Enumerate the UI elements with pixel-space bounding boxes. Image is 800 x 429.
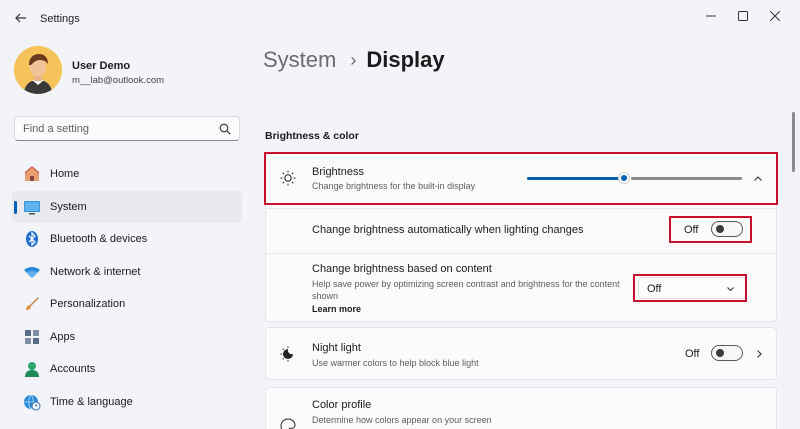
brightness-highlight <box>264 152 778 205</box>
sidebar-item-label: Bluetooth & devices <box>50 233 148 245</box>
user-email: m__lab@outlook.com <box>72 75 165 86</box>
title-bar: Settings <box>0 0 800 34</box>
learn-more-link[interactable]: Learn more <box>312 304 361 314</box>
sidebar-item-label: Personalization <box>50 298 126 310</box>
dropdown-highlight <box>633 274 747 302</box>
home-icon <box>22 164 42 184</box>
sidebar-item-network[interactable]: Network & internet <box>12 256 242 288</box>
sidebar-item-accounts[interactable]: Accounts <box>12 353 242 385</box>
sidebar-item-bluetooth[interactable]: Bluetooth & devices <box>12 223 242 255</box>
sidebar-item-time-language[interactable]: Time & language <box>12 386 242 418</box>
breadcrumb-separator: › <box>350 49 357 70</box>
back-button[interactable] <box>8 8 34 28</box>
divider <box>266 208 776 209</box>
search-input[interactable] <box>23 121 213 137</box>
globe-clock-icon <box>22 392 42 412</box>
divider <box>266 253 776 254</box>
scrollbar[interactable] <box>792 112 795 172</box>
sidebar-item-label: System <box>50 200 87 213</box>
breadcrumb: System › Display <box>263 47 445 73</box>
search-box[interactable] <box>14 116 240 141</box>
night-light-description: Use warmer colors to help block blue lig… <box>312 358 479 368</box>
night-light-title: Night light <box>312 342 361 354</box>
brush-icon <box>22 294 42 314</box>
close-button[interactable] <box>761 6 789 26</box>
sidebar-item-system[interactable]: System <box>12 190 242 223</box>
auto-brightness-highlight <box>669 216 752 243</box>
night-light-toggle-state: Off <box>685 348 700 360</box>
minimize-button[interactable] <box>697 6 725 26</box>
sidebar-item-label: Apps <box>50 330 76 343</box>
night-light-card[interactable]: Night light Use warmer colors to help bl… <box>265 327 777 380</box>
sidebar-item-label: Home <box>50 168 80 180</box>
chevron-right-icon <box>757 350 762 358</box>
content-brightness-title: Change brightness based on content <box>312 263 492 275</box>
section-title: Brightness & color <box>265 130 359 142</box>
search-icon <box>219 123 231 135</box>
breadcrumb-parent[interactable]: System <box>263 47 336 73</box>
wifi-icon <box>22 262 42 282</box>
color-profile-title: Color profile <box>312 399 372 411</box>
auto-brightness-label: Change brightness automatically when lig… <box>312 224 584 236</box>
night-light-icon <box>280 346 293 362</box>
avatar <box>14 46 62 94</box>
night-light-toggle[interactable] <box>711 345 743 361</box>
minimize-icon <box>706 15 716 17</box>
apps-icon <box>22 327 42 347</box>
sidebar-nav: Home System Bluetooth & devices Network … <box>12 158 242 418</box>
maximize-button[interactable] <box>729 6 757 26</box>
sidebar-item-label: Time & language <box>50 395 133 408</box>
color-profile-description: Determine how colors appear on your scre… <box>312 415 492 425</box>
content-brightness-description: Help save power by optimizing screen con… <box>312 279 620 301</box>
sidebar-item-personalization[interactable]: Personalization <box>12 288 242 320</box>
sidebar-item-label: Network & internet <box>50 265 141 278</box>
back-arrow-icon <box>15 13 26 23</box>
app-title: Settings <box>40 13 80 25</box>
sidebar-item-home[interactable]: Home <box>12 158 242 190</box>
accounts-icon <box>22 359 42 379</box>
user-profile[interactable]: User Demo m__lab@outlook.com <box>14 46 254 98</box>
page-title: Display <box>366 47 445 72</box>
maximize-icon <box>738 11 748 21</box>
color-profile-card[interactable]: Color profile Determine how colors appea… <box>265 387 777 429</box>
sidebar-item-label: Accounts <box>50 363 96 375</box>
bluetooth-icon <box>22 229 42 249</box>
user-name: User Demo <box>72 60 131 72</box>
close-icon <box>770 11 780 21</box>
system-icon <box>22 197 42 217</box>
color-profile-icon <box>280 418 296 429</box>
sidebar-item-apps[interactable]: Apps <box>12 321 242 353</box>
